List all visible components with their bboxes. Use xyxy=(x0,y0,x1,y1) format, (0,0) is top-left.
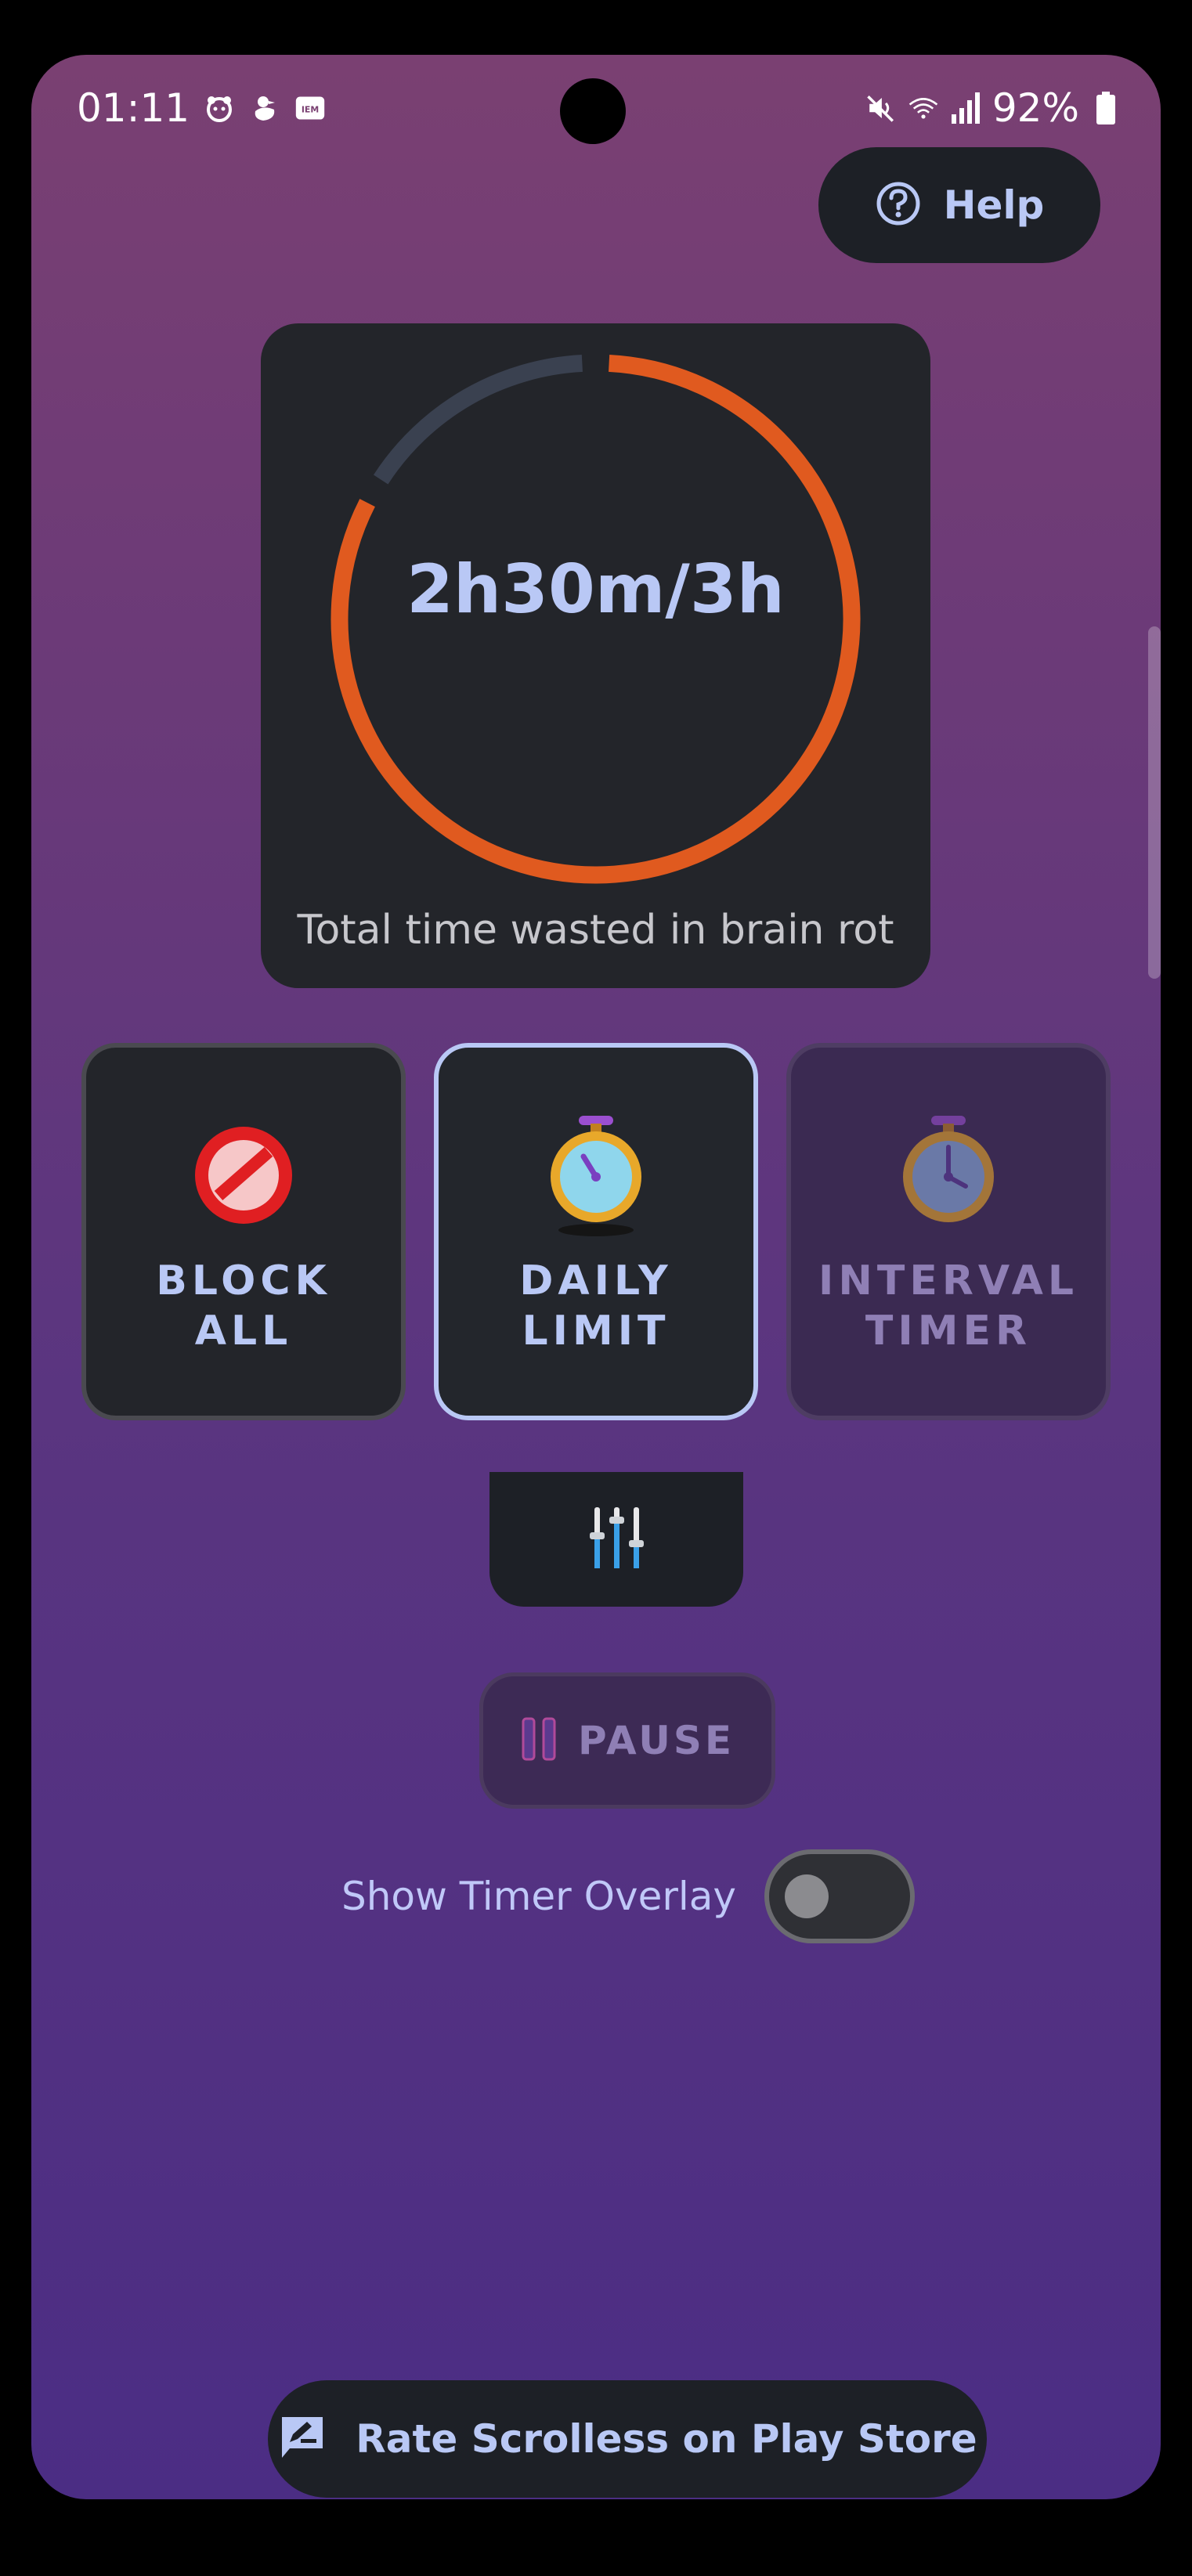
mute-icon xyxy=(865,92,897,124)
no-entry-icon xyxy=(185,1117,302,1234)
mode-block-all[interactable]: BLOCK ALL xyxy=(81,1043,406,1420)
help-label: Help xyxy=(943,182,1045,228)
iem-badge-icon: IEM xyxy=(294,92,326,124)
status-bar-left: 01:11 IEM xyxy=(77,83,326,133)
timer-overlay-label: Show Timer Overlay xyxy=(341,1874,737,1919)
usage-caption: Total time wasted in brain rot xyxy=(297,907,894,954)
bear-face-icon xyxy=(204,92,235,124)
battery-icon xyxy=(1090,92,1122,124)
battery-percent: 92% xyxy=(992,85,1079,131)
timer-overlay-toggle[interactable] xyxy=(764,1849,915,1943)
usage-value: 2h30m/3h xyxy=(406,550,785,629)
pause-icon xyxy=(520,1716,559,1766)
duck-icon xyxy=(249,92,280,124)
app-screen: 01:11 IEM 92% Help 2h30m/3h Total time w… xyxy=(31,55,1161,2499)
status-time: 01:11 xyxy=(77,85,190,131)
pause-label: PAUSE xyxy=(578,1718,735,1763)
help-circle-icon xyxy=(875,180,922,230)
mode-daily-limit-label: DAILY LIMIT xyxy=(519,1257,673,1355)
toggle-knob xyxy=(785,1874,829,1918)
mode-interval-timer-label: INTERVAL TIMER xyxy=(818,1257,1078,1355)
timer-overlay-row: Show Timer Overlay xyxy=(341,1848,915,1945)
interval-stopwatch-icon xyxy=(890,1116,1007,1234)
rate-play-store-button[interactable]: Rate Scrolless on Play Store xyxy=(268,2380,987,2498)
pause-button[interactable]: PAUSE xyxy=(479,1672,775,1809)
signal-icon xyxy=(950,92,981,124)
limit-settings-button[interactable] xyxy=(489,1472,743,1607)
usage-gauge-card: 2h30m/3h Total time wasted in brain rot xyxy=(261,323,930,988)
stopwatch-icon xyxy=(537,1116,655,1236)
status-bar-right: 92% xyxy=(865,83,1122,133)
mode-block-all-label: BLOCK ALL xyxy=(156,1257,331,1355)
wifi-icon xyxy=(908,92,939,124)
iem-badge-text: IEM xyxy=(302,104,319,114)
front-camera xyxy=(560,78,626,144)
rate-label: Rate Scrolless on Play Store xyxy=(356,2416,977,2462)
help-button[interactable]: Help xyxy=(818,147,1100,263)
sliders-icon xyxy=(585,1504,648,1575)
rate-review-icon xyxy=(277,2412,327,2466)
gauge-remaining-arc xyxy=(373,354,583,485)
scrollbar[interactable] xyxy=(1148,626,1161,979)
mode-interval-timer[interactable]: INTERVAL TIMER xyxy=(786,1043,1111,1420)
mode-daily-limit[interactable]: DAILY LIMIT xyxy=(434,1043,758,1420)
